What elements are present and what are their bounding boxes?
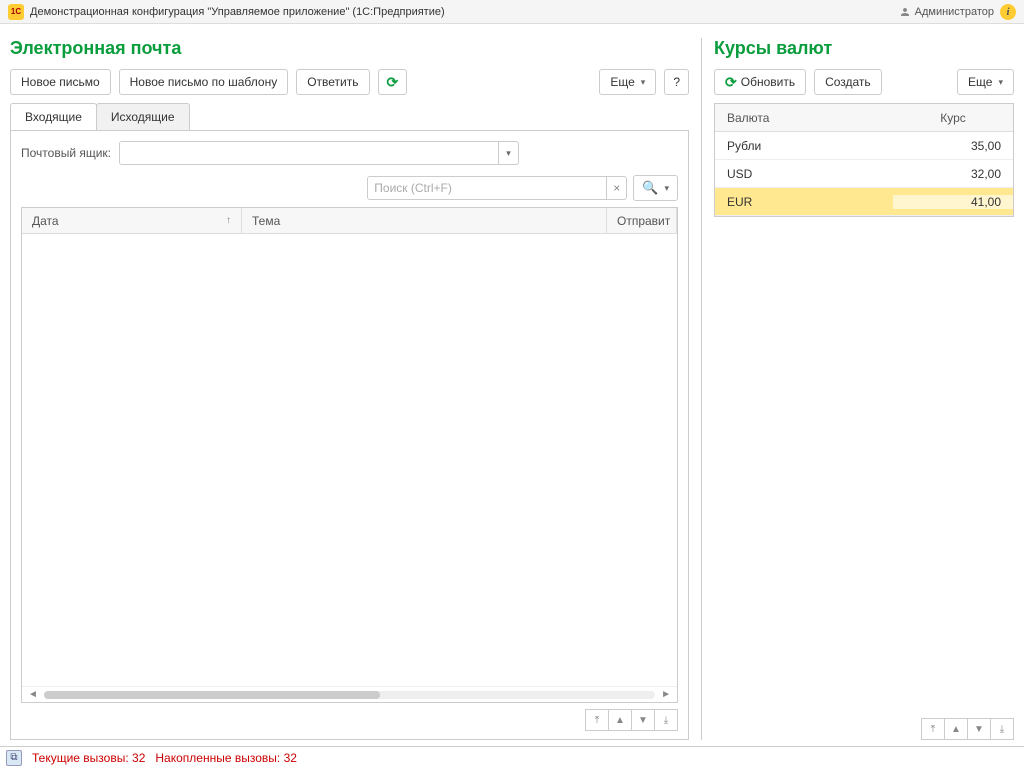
email-tab-body: Почтовый ящик: ▾ × 🔍▾ Дата ↑ [10, 130, 689, 740]
nav-up-button[interactable]: ▲ [944, 718, 968, 740]
bar-up-icon: ⤒ [931, 724, 935, 735]
tab-inbox[interactable]: Входящие [10, 103, 97, 130]
chevron-down-icon: ▾ [641, 77, 646, 88]
email-grid[interactable]: Дата ↑ Тема Отправит ◄ ► [21, 207, 678, 703]
nav-down-button[interactable]: ▼ [631, 709, 655, 731]
chevron-down-icon: ▾ [998, 77, 1003, 88]
table-row[interactable]: USD32,00 [715, 160, 1013, 188]
triangle-up-icon: ▲ [951, 724, 961, 735]
rates-header: Валюта Курс [715, 104, 1013, 132]
search-icon: 🔍 [642, 180, 658, 196]
currency-rate: 35,00 [893, 139, 1013, 153]
table-row[interactable]: EUR41,00 [715, 188, 1013, 216]
reply-button[interactable]: Ответить [296, 69, 369, 95]
search-box[interactable]: × [367, 176, 627, 200]
rates-nav-buttons: ⤒ ▲ ▼ ⤓ [714, 718, 1014, 740]
column-topic[interactable]: Тема [242, 208, 607, 233]
rates-toolbar: ⟳Обновить Создать Еще▾ [714, 69, 1014, 95]
new-mail-template-button[interactable]: Новое письмо по шаблону [119, 69, 289, 95]
currency-name: USD [715, 167, 893, 181]
column-rate[interactable]: Курс [893, 111, 1013, 125]
grid-body[interactable] [22, 234, 677, 686]
rates-title: Курсы валют [714, 38, 1014, 59]
email-tabs: Входящие Исходящие [10, 103, 689, 130]
triangle-up-icon: ▲ [615, 715, 625, 726]
refresh-rates-button[interactable]: ⟳Обновить [714, 69, 806, 95]
grid-hscrollbar[interactable]: ◄ ► [22, 686, 677, 702]
user-icon [899, 6, 911, 18]
rates-more-button[interactable]: Еще▾ [957, 69, 1014, 95]
current-user[interactable]: Администратор [899, 6, 994, 18]
email-panel: Электронная почта Новое письмо Новое пис… [10, 38, 689, 740]
info-icon[interactable]: i [1000, 4, 1016, 20]
nav-last-button[interactable]: ⤓ [654, 709, 678, 731]
create-rate-button[interactable]: Создать [814, 69, 882, 95]
tab-outbox[interactable]: Исходящие [96, 103, 190, 130]
user-name: Администратор [915, 6, 994, 18]
search-button[interactable]: 🔍▾ [633, 175, 678, 201]
column-sender[interactable]: Отправит [607, 208, 677, 233]
bar-down-icon: ⤓ [664, 715, 668, 726]
new-mail-button[interactable]: Новое письмо [10, 69, 111, 95]
mailbox-combo[interactable]: ▾ [119, 141, 519, 165]
chevron-down-icon: ▾ [506, 148, 511, 159]
statusbar: ⧉ Текущие вызовы: 32 Накопленные вызовы:… [0, 746, 1024, 768]
grid-header: Дата ↑ Тема Отправит [22, 208, 677, 234]
triangle-down-icon: ▼ [974, 724, 984, 735]
currency-name: Рубли [715, 139, 893, 153]
mailbox-label: Почтовый ящик: [21, 146, 111, 160]
mailbox-dropdown-button[interactable]: ▾ [498, 142, 518, 164]
status-current: Текущие вызовы: 32 [32, 751, 145, 765]
status-accum: Накопленные вызовы: 32 [155, 751, 297, 765]
rates-table[interactable]: Валюта Курс Рубли35,00USD32,00EUR41,00 [714, 103, 1014, 217]
bar-down-icon: ⤓ [1000, 724, 1004, 735]
column-currency[interactable]: Валюта [715, 111, 893, 125]
nav-up-button[interactable]: ▲ [608, 709, 632, 731]
more-button[interactable]: Еще▾ [599, 69, 656, 95]
currency-name: EUR [715, 195, 893, 209]
grid-nav-buttons: ⤒ ▲ ▼ ⤓ [21, 709, 678, 731]
bar-up-icon: ⤒ [595, 715, 599, 726]
scroll-left-icon[interactable]: ◄ [28, 689, 38, 700]
close-icon: × [613, 181, 620, 195]
nav-first-button[interactable]: ⤒ [921, 718, 945, 740]
titlebar: 1C Демонстрационная конфигурация "Управл… [0, 0, 1024, 24]
app-logo-icon: 1C [8, 4, 24, 20]
scroll-right-icon[interactable]: ► [661, 689, 671, 700]
email-toolbar: Новое письмо Новое письмо по шаблону Отв… [10, 69, 689, 95]
nav-first-button[interactable]: ⤒ [585, 709, 609, 731]
currency-rate: 41,00 [893, 195, 1013, 209]
scroll-thumb[interactable] [44, 691, 380, 699]
nav-last-button[interactable]: ⤓ [990, 718, 1014, 740]
table-row[interactable]: Рубли35,00 [715, 132, 1013, 160]
help-button[interactable]: ? [664, 69, 689, 95]
rates-panel: Курсы валют ⟳Обновить Создать Еще▾ Валют… [714, 38, 1014, 740]
clear-search-button[interactable]: × [606, 177, 626, 199]
panel-divider[interactable] [701, 38, 702, 740]
sort-asc-icon: ↑ [226, 215, 231, 226]
app-title: Демонстрационная конфигурация "Управляем… [30, 6, 445, 18]
refresh-icon: ⟳ [725, 74, 737, 91]
mailbox-input[interactable] [120, 142, 498, 164]
nav-down-button[interactable]: ▼ [967, 718, 991, 740]
currency-rate: 32,00 [893, 167, 1013, 181]
refresh-icon: ⟳ [387, 74, 399, 91]
scroll-track[interactable] [44, 691, 655, 699]
search-input[interactable] [368, 177, 606, 199]
email-title: Электронная почта [10, 38, 689, 59]
status-icon[interactable]: ⧉ [6, 750, 22, 766]
triangle-down-icon: ▼ [638, 715, 648, 726]
chevron-down-icon: ▾ [664, 183, 669, 194]
column-date[interactable]: Дата ↑ [22, 208, 242, 233]
refresh-mail-button[interactable]: ⟳ [378, 69, 408, 95]
